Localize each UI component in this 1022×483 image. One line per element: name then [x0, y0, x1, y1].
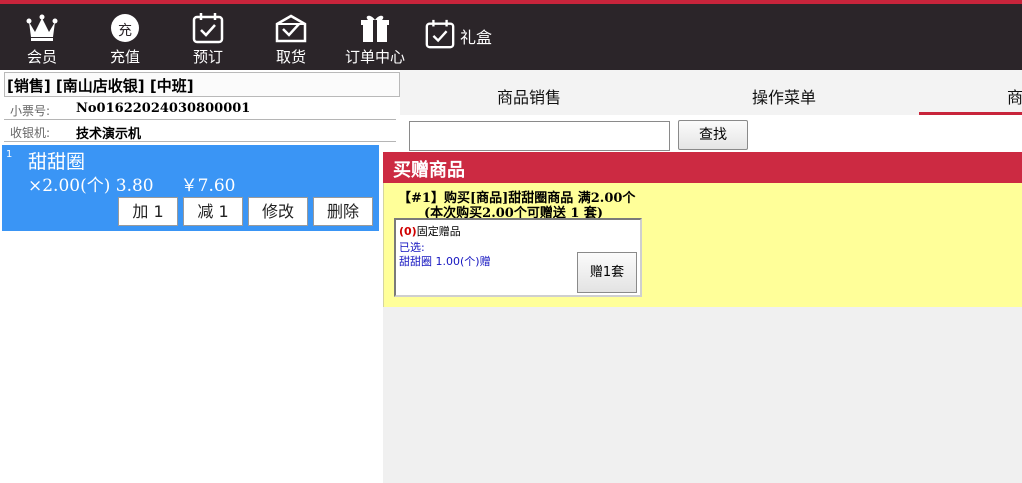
toolbar-gift-box-label: 礼盒 [460, 28, 493, 47]
cashier-value: 技术演示机 [76, 127, 142, 142]
gift-option-box: (0)固定赠品 已选: 甜甜圈 1.00(个)赠 赠1套 [394, 218, 642, 297]
cashier-row: 收银机: 技术演示机 [4, 120, 396, 142]
toolbar-recharge-label: 充值 [109, 48, 140, 66]
crown-icon [26, 14, 58, 41]
delete-button[interactable]: 删除 [313, 197, 373, 226]
gift-order-icon [361, 15, 389, 42]
gift-category-label: 固定赠品 [416, 225, 461, 238]
recharge-icon-glyph: 充 [118, 23, 132, 39]
pickup-box-icon [275, 14, 307, 43]
selected-gift-item: 甜甜圈 1.00(个)赠 [399, 255, 491, 268]
gift-count: (0) [399, 225, 417, 238]
toolbar-order-center-label: 订单中心 [344, 48, 405, 66]
tab-third[interactable]: 商 [1007, 84, 1022, 108]
gift-panel: 买赠商品 【#1】购买[商品]甜甜圈商品 满2.00个 (本次购买2.00个可赠… [383, 152, 1022, 483]
top-toolbar: 会员 充 充值 预订 取货 订单中心 礼盒 [0, 0, 1022, 70]
cart-item-detail: ×2.00(个) 3.80 ￥7.60 [28, 176, 236, 196]
cart-item[interactable]: 1 甜甜圈 ×2.00(个) 3.80 ￥7.60 加 1 减 1 修改 删除 [2, 145, 379, 231]
calendar-check-icon [192, 13, 224, 44]
toolbar-recharge-button[interactable]: 充 充值 [95, 10, 155, 70]
tab-product-sales[interactable]: 商品销售 [497, 84, 561, 108]
toolbar-reserve-button[interactable]: 预订 [178, 10, 238, 70]
left-panel: [销售] [南山店收银] [中班] 小票号: No016220240308000… [0, 70, 400, 483]
search-button[interactable]: 查找 [678, 120, 748, 150]
subtract-one-button[interactable]: 减 1 [183, 197, 243, 226]
mode-line: [销售] [南山店收银] [中班] [4, 72, 400, 97]
gift-category: (0)固定赠品 [399, 223, 461, 239]
toolbar-reserve-label: 预订 [192, 48, 223, 66]
gift-panel-title: 买赠商品 [383, 152, 1022, 183]
toolbar-order-center-button[interactable]: 订单中心 [340, 10, 410, 70]
search-input[interactable] [409, 121, 670, 151]
add-one-button[interactable]: 加 1 [118, 197, 178, 226]
toolbar-member-button[interactable]: 会员 [12, 10, 72, 70]
receipt-row: 小票号: No01622024030800001 [4, 98, 396, 120]
toolbar-member-label: 会员 [26, 48, 57, 66]
toolbar-pickup-label: 取货 [275, 48, 306, 66]
receipt-label: 小票号: [10, 104, 51, 118]
active-tab-indicator [919, 112, 1022, 115]
gift-box-calendar-icon [425, 19, 455, 49]
cart-item-name: 甜甜圈 [28, 151, 86, 173]
edit-button[interactable]: 修改 [248, 197, 308, 226]
toolbar-pickup-button[interactable]: 取货 [261, 10, 321, 70]
cashier-label: 收银机: [10, 126, 51, 140]
gift-promo-area: 【#1】购买[商品]甜甜圈商品 满2.00个 (本次购买2.00个可赠送 1 套… [383, 183, 1022, 307]
give-one-set-button[interactable]: 赠1套 [577, 252, 637, 293]
receipt-value: No01622024030800001 [76, 101, 251, 116]
cart-item-index: 1 [6, 149, 13, 160]
tab-operation-menu[interactable]: 操作菜单 [752, 84, 816, 108]
tab-bar: 商品销售 操作菜单 商 [400, 70, 1022, 115]
